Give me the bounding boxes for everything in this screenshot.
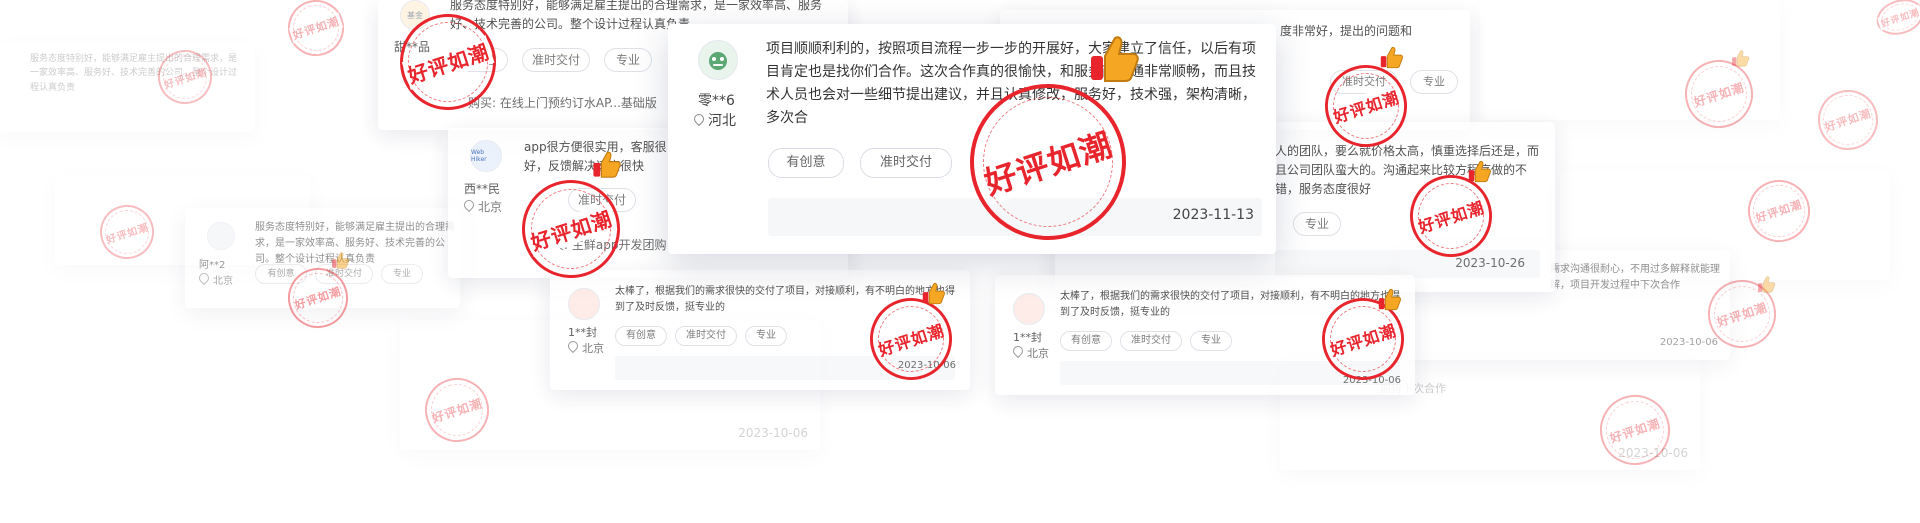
user-location: 北京 <box>565 338 604 356</box>
thumbs-up-icon <box>1378 44 1404 70</box>
tag-professional: 专业 <box>381 264 423 284</box>
avatar <box>1013 293 1045 325</box>
tag-creative: 有创意 <box>615 326 667 346</box>
review-text: 人的团队，要么就价格太高，慎重选择后还是，而且公司团队蛮大的。沟通起来比较方程序… <box>1275 144 1540 197</box>
purchase-info: 购买: 在线上门预约订水AP...基础版 <box>468 96 657 110</box>
tag-professional: 专业 <box>745 326 787 346</box>
thumbs-up-icon <box>590 148 622 180</box>
location-pin-icon <box>565 338 581 354</box>
review-date: 2023-11-13 <box>1172 207 1254 223</box>
user-location: 河北 <box>691 110 736 130</box>
avatar: Web Hiker <box>470 140 502 172</box>
praise-stamp: 好评如潮 <box>1810 82 1886 158</box>
review-text: 度非常好，提出的问题和 <box>1280 24 1413 38</box>
praise-stamp: 好评如潮 <box>1871 0 1920 41</box>
thumbs-up-icon <box>1730 48 1750 68</box>
praise-stamp: 好评如潮 <box>280 0 352 64</box>
thumbs-up-icon <box>1466 158 1492 184</box>
thumbs-up-icon <box>1376 286 1402 312</box>
user-name: 西**民 <box>464 182 501 196</box>
user-name: 1**封 <box>568 326 597 339</box>
avatar <box>207 222 235 250</box>
thumbs-up-icon <box>1756 274 1776 294</box>
review-text: 服务态度特别好，能够满足雇主提出的合理需求，是一家效率高、服务好、技术完善的公司… <box>255 222 455 265</box>
thumbs-up-icon <box>920 280 946 306</box>
location-pin-icon <box>691 111 707 127</box>
tag-on-time: 准时交付 <box>675 326 737 346</box>
user-name: 1**封 <box>1013 331 1042 344</box>
avatar <box>568 288 600 320</box>
location-pin-icon <box>196 270 212 286</box>
review-date: 2023-10-26 <box>1455 256 1525 270</box>
tag-professional: 专业 <box>604 48 652 72</box>
user-location: 北京 <box>461 197 502 215</box>
user-name: 阿**2 <box>199 260 226 271</box>
user-location: 北京 <box>196 270 233 287</box>
location-pin-icon <box>1010 343 1026 359</box>
review-text: 需求沟通很耐心，不用过多解释就能理解，项目开发过程中下次合作 <box>1550 264 1720 291</box>
tag-on-time: 准时交付 <box>522 48 590 72</box>
tag-professional: 专业 <box>1293 212 1341 236</box>
avatar <box>698 40 738 80</box>
location-pin-icon <box>461 197 477 213</box>
user-avatar-icon <box>709 52 727 70</box>
tag-creative: 有创意 <box>768 148 844 178</box>
review-card-bg-top-left: 服务态度特别好，能够满足雇主提出的合理需求，是一家效率高、服务好、技术完善的公司… <box>0 42 255 132</box>
user-name: 零**6 <box>698 93 735 109</box>
review-date: 2023-10-06 <box>738 426 808 440</box>
thumbs-up-icon <box>1085 30 1141 86</box>
review-date: 2023-10-06 <box>1659 337 1718 348</box>
tag-professional: 专业 <box>1410 70 1458 94</box>
tag-creative: 有创意 <box>1060 331 1112 351</box>
user-location: 北京 <box>1010 343 1049 361</box>
tag-professional: 专业 <box>1190 331 1232 351</box>
thumbs-up-icon <box>330 250 350 270</box>
tag-on-time: 准时交付 <box>1120 331 1182 351</box>
tag-on-time: 准时交付 <box>860 148 952 178</box>
